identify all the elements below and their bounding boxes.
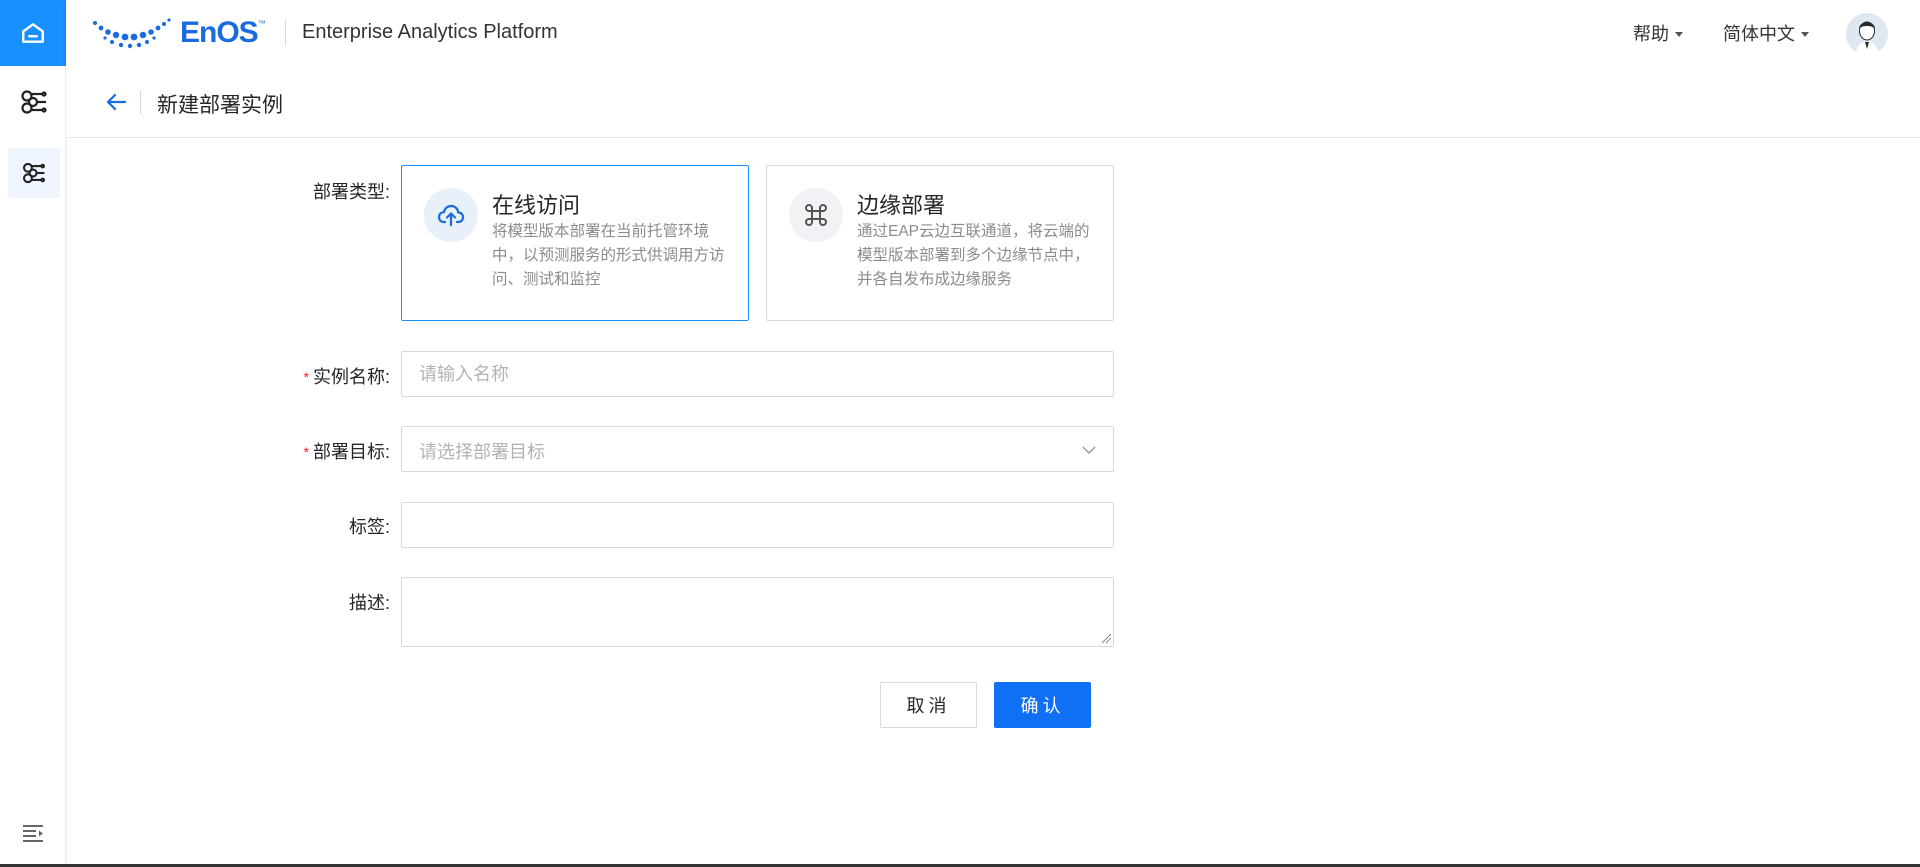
cloud-upload-icon [437,204,465,227]
card-title: 在线访问 [492,193,581,218]
language-menu-label: 简体中文 [1723,24,1795,44]
chevron-down-icon [1082,446,1096,455]
model-network-icon [21,90,47,114]
subheader-divider [140,90,141,114]
instance-name-label: * 实例名称: [270,363,390,389]
deploy-type-online-card[interactable]: 在线访问 将模型版本部署在当前托管环境中，以预测服务的形式供调用方访问、测试和监… [401,165,749,321]
top-header: EnOS ™ Enterprise Analytics Platform 帮助 简… [66,0,1920,66]
card-description: 将模型版本部署在当前托管环境中，以预测服务的形式供调用方访问、测试和监控 [492,223,725,288]
home-icon [22,23,44,43]
page-title: 新建部署实例 [157,94,283,117]
arrow-left-icon [106,93,127,111]
card-icon-wrap [424,188,478,242]
user-avatar[interactable] [1846,13,1888,55]
caret-down-icon [1801,31,1809,37]
card-title: 边缘部署 [857,193,946,218]
back-button[interactable] [104,90,128,114]
sidebar-item-models[interactable] [8,77,60,127]
model-network-icon [22,162,46,184]
deploy-target-select[interactable]: 请选择部署目标 [401,426,1114,472]
menu-collapse-icon [23,825,43,842]
required-mark: * [303,369,309,385]
deploy-target-placeholder: 请选择部署目标 [419,442,545,462]
enos-logo[interactable]: EnOS ™ [92,16,266,50]
confirm-button[interactable]: 确认 [994,682,1091,728]
description-textarea[interactable] [401,577,1114,647]
sidebar-collapse-button[interactable] [20,820,46,846]
sidebar-item-deployments[interactable] [8,148,60,198]
help-menu[interactable]: 帮助 [1633,20,1683,46]
tags-label: 标签: [348,517,390,537]
user-avatar-icon [1846,13,1888,55]
home-button[interactable] [0,0,66,66]
instance-name-input[interactable] [401,351,1114,397]
card-description: 通过EAP云边互联通道，将云端的模型版本部署到多个边缘节点中，并各自发布成边缘服… [857,223,1090,288]
instance-name-label-text: 实例名称: [312,367,390,387]
tags-input[interactable] [401,502,1114,548]
left-sidebar [0,0,66,867]
enos-dots-logo-icon [93,18,171,49]
card-icon-wrap [789,188,843,242]
help-menu-label: 帮助 [1633,24,1669,44]
description-label: 描述: [348,593,390,613]
command-icon [805,204,827,226]
deploy-type-label: 部署类型: [312,182,390,202]
deploy-type-edge-card[interactable]: 边缘部署 通过EAP云边互联通道，将云端的模型版本部署到多个边缘节点中，并各自发… [766,165,1114,321]
deploy-target-label-text: 部署目标: [312,442,390,462]
logo-trademark: ™ [257,18,266,28]
deploy-target-label: * 部署目标: [270,438,390,464]
caret-down-icon [1675,31,1683,37]
page-subheader: 新建部署实例 [66,66,1920,138]
resize-grip-icon[interactable] [1100,632,1112,644]
cancel-button[interactable]: 取消 [880,682,977,728]
logo-text: EnOS [180,16,259,49]
app-title: Enterprise Analytics Platform [302,21,558,43]
language-menu[interactable]: 简体中文 [1723,20,1809,46]
header-divider [285,20,286,46]
required-mark: * [303,444,309,460]
